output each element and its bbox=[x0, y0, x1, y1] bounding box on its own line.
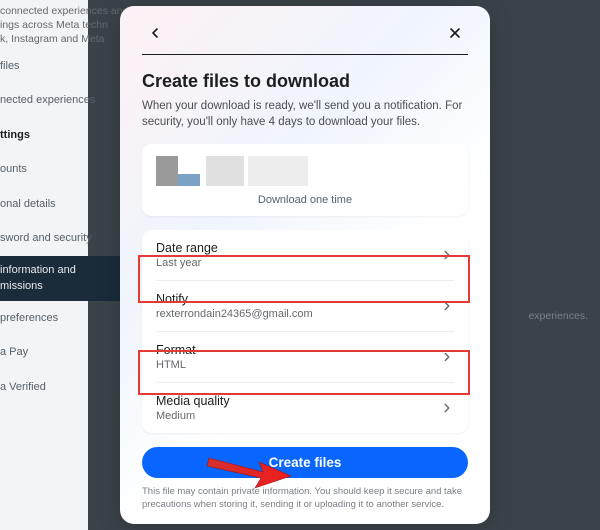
option-date-range[interactable]: Date range Last year bbox=[156, 230, 454, 281]
modal-description: When your download is ready, we'll send … bbox=[142, 98, 468, 130]
back-button[interactable] bbox=[142, 20, 168, 46]
option-label: Notify bbox=[156, 292, 313, 306]
chevron-left-icon bbox=[147, 25, 163, 41]
option-label: Media quality bbox=[156, 394, 230, 408]
option-notify[interactable]: Notify rexterrondain24365@gmail.com bbox=[156, 281, 454, 332]
chevron-right-icon bbox=[440, 299, 454, 313]
option-label: Format bbox=[156, 343, 196, 357]
chevron-right-icon bbox=[440, 401, 454, 415]
option-value: Medium bbox=[156, 410, 230, 422]
option-value: Last year bbox=[156, 257, 218, 269]
create-files-modal: Create files to download When your downl… bbox=[120, 6, 490, 524]
modal-divider bbox=[142, 54, 468, 55]
preview-caption: Download one time bbox=[156, 194, 454, 206]
chevron-right-icon bbox=[440, 350, 454, 364]
close-icon bbox=[447, 25, 463, 41]
close-button[interactable] bbox=[442, 20, 468, 46]
background-text: experiences. bbox=[528, 310, 588, 322]
option-format[interactable]: Format HTML bbox=[156, 332, 454, 383]
preview-card: Download one time bbox=[142, 144, 468, 216]
option-value: HTML bbox=[156, 359, 196, 371]
option-value: rexterrondain24365@gmail.com bbox=[156, 308, 313, 320]
options-card: Date range Last year Notify rexterrondai… bbox=[142, 230, 468, 433]
create-files-button[interactable]: Create files bbox=[142, 447, 468, 478]
modal-title: Create files to download bbox=[142, 71, 468, 92]
option-label: Date range bbox=[156, 241, 218, 255]
option-media-quality[interactable]: Media quality Medium bbox=[156, 383, 454, 433]
chevron-right-icon bbox=[440, 248, 454, 262]
modal-footnote: This file may contain private informatio… bbox=[142, 486, 468, 512]
preview-thumbnail bbox=[156, 156, 454, 186]
